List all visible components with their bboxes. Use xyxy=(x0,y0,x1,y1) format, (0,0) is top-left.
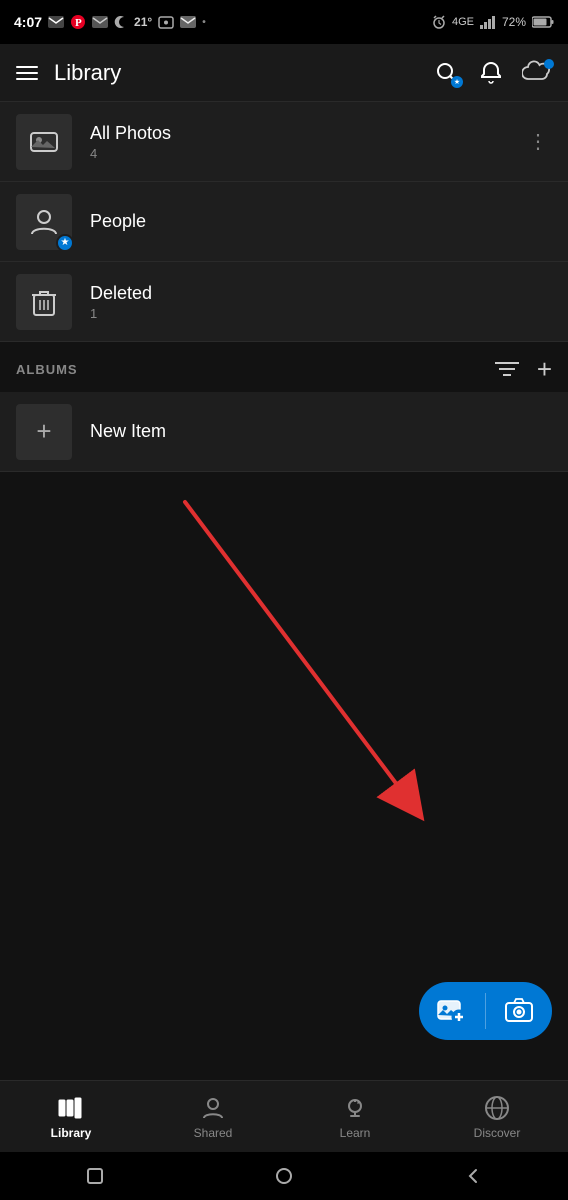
status-left: 4:07 P 21° • xyxy=(14,14,206,30)
deleted-icon-wrapper xyxy=(16,274,72,330)
people-item[interactable]: ★ People xyxy=(0,182,568,262)
all-photos-title: All Photos xyxy=(90,123,524,144)
pinterest-icon: P xyxy=(70,14,86,30)
search-star-badge: ★ xyxy=(451,76,463,88)
status-right: 4GE 72% xyxy=(432,15,554,29)
deleted-subtitle: 1 xyxy=(90,306,552,321)
bottom-nav: Library Shared Learn Discover xyxy=(0,1080,568,1152)
nav-discover[interactable]: Discover xyxy=(426,1081,568,1152)
battery-icon xyxy=(532,16,554,28)
nav-shared-label: Shared xyxy=(194,1126,233,1140)
new-item-plus-icon: + xyxy=(36,416,51,447)
albums-add-button[interactable]: + xyxy=(537,356,552,382)
header: Library ★ xyxy=(0,44,568,102)
bell-icon xyxy=(478,60,504,86)
android-recent-button[interactable] xyxy=(66,1159,124,1193)
deleted-item[interactable]: Deleted 1 xyxy=(0,262,568,342)
add-photo-fab-button[interactable] xyxy=(419,982,485,1040)
all-photos-text: All Photos 4 xyxy=(90,123,524,161)
all-photos-more-button[interactable]: ⋮ xyxy=(524,125,552,158)
new-item-row[interactable]: + New Item xyxy=(0,392,568,472)
albums-actions: + xyxy=(495,356,552,382)
learn-nav-icon xyxy=(341,1094,369,1122)
search-button[interactable]: ★ xyxy=(434,60,460,86)
camera-icon xyxy=(504,997,534,1025)
cloud-button[interactable] xyxy=(522,60,552,86)
people-title: People xyxy=(90,211,552,232)
image-icon xyxy=(29,129,59,155)
status-time: 4:07 xyxy=(14,14,42,30)
mail-icon3 xyxy=(180,14,196,30)
recent-icon xyxy=(86,1167,104,1185)
nav-learn-label: Learn xyxy=(340,1126,371,1140)
new-item-title: New Item xyxy=(90,421,166,442)
red-arrow xyxy=(0,472,568,862)
alarm-icon xyxy=(432,15,446,29)
android-home-button[interactable] xyxy=(255,1159,313,1193)
all-photos-icon-wrapper xyxy=(16,114,72,170)
battery-text: 72% xyxy=(502,15,526,29)
nav-discover-label: Discover xyxy=(474,1126,521,1140)
trash-icon xyxy=(31,287,57,317)
people-icon xyxy=(29,207,59,237)
fab-area xyxy=(419,982,552,1040)
albums-section-header: ALBUMS + xyxy=(0,342,568,392)
deleted-title: Deleted xyxy=(90,283,552,304)
add-photo-icon xyxy=(437,997,467,1025)
all-photos-subtitle: 4 xyxy=(90,146,524,161)
screenshot-icon xyxy=(158,14,174,30)
people-icon-wrapper: ★ xyxy=(16,194,72,250)
sort-icon xyxy=(495,360,519,378)
library-list: All Photos 4 ⋮ ★ People xyxy=(0,102,568,342)
discover-nav-icon xyxy=(483,1094,511,1122)
android-nav-bar xyxy=(0,1152,568,1200)
android-back-button[interactable] xyxy=(444,1159,502,1193)
mail-icon2 xyxy=(92,14,108,30)
svg-text:P: P xyxy=(75,17,82,29)
people-star-badge: ★ xyxy=(56,234,74,252)
fab-combined xyxy=(419,982,552,1040)
temperature: 21° xyxy=(134,15,152,29)
shared-nav-icon xyxy=(199,1094,227,1122)
people-text: People xyxy=(90,211,552,232)
notifications-button[interactable] xyxy=(478,60,504,86)
library-nav-icon xyxy=(57,1094,85,1122)
deleted-text: Deleted 1 xyxy=(90,283,552,321)
nav-library-label: Library xyxy=(51,1126,92,1140)
nav-library[interactable]: Library xyxy=(0,1081,142,1152)
dot-separator: • xyxy=(202,17,206,28)
signal-icon xyxy=(480,15,496,29)
home-icon xyxy=(275,1167,293,1185)
status-bar: 4:07 P 21° • 4GE 72% xyxy=(0,0,568,44)
header-title: Library xyxy=(54,60,418,86)
dnd-icon xyxy=(114,15,128,29)
network-label: 4GE xyxy=(452,16,474,28)
menu-button[interactable] xyxy=(16,66,38,80)
gmail-icon xyxy=(48,14,64,30)
albums-sort-button[interactable] xyxy=(495,360,519,378)
new-item-icon-wrapper: + xyxy=(16,404,72,460)
back-icon xyxy=(464,1167,482,1185)
albums-label: ALBUMS xyxy=(16,362,78,377)
camera-fab-button[interactable] xyxy=(486,982,552,1040)
nav-shared[interactable]: Shared xyxy=(142,1081,284,1152)
cloud-sync-indicator xyxy=(544,59,554,69)
header-icons: ★ xyxy=(434,60,552,86)
nav-learn[interactable]: Learn xyxy=(284,1081,426,1152)
all-photos-item[interactable]: All Photos 4 ⋮ xyxy=(0,102,568,182)
empty-area xyxy=(0,472,568,862)
